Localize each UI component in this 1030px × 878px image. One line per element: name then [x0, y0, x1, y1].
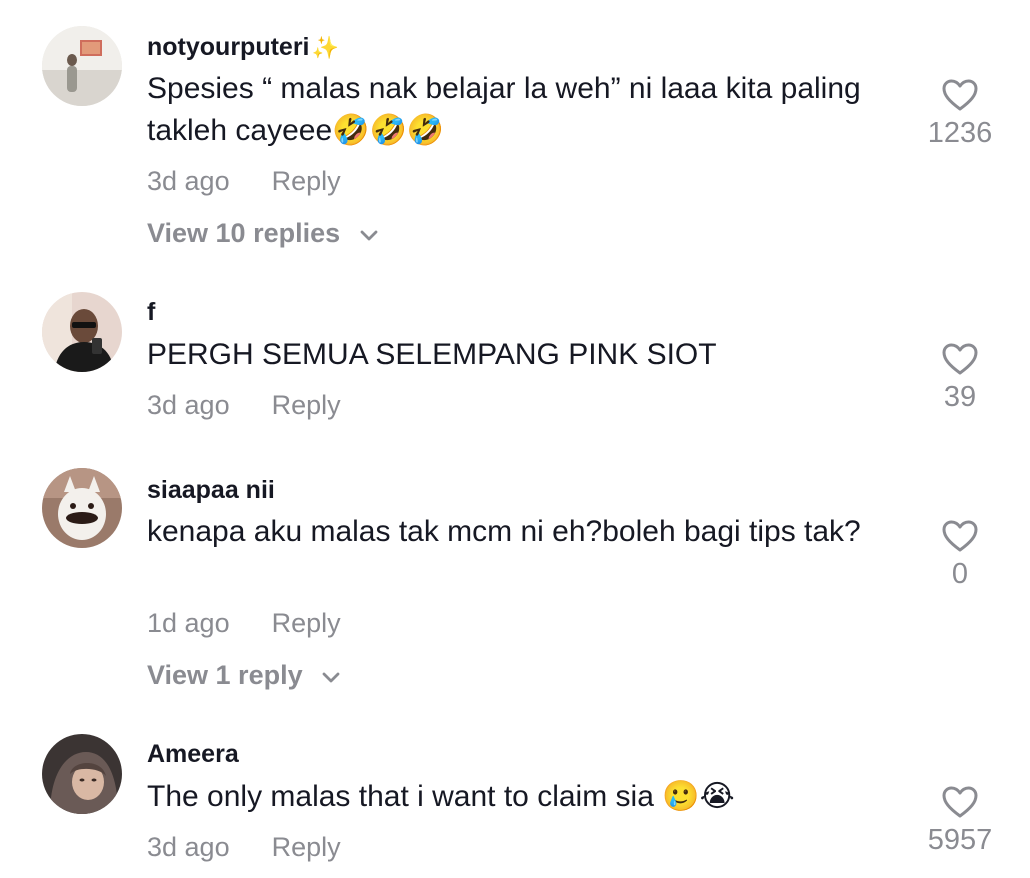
- heart-outline-icon[interactable]: [941, 785, 979, 819]
- like-count: 5957: [927, 824, 993, 856]
- like-button[interactable]: 5957: [910, 785, 1010, 857]
- username[interactable]: Ameera: [147, 739, 239, 769]
- reply-button[interactable]: Reply: [272, 832, 341, 862]
- timestamp: 3d ago: [147, 832, 230, 862]
- avatar[interactable]: [42, 734, 122, 814]
- comment-meta: 3d ago Reply: [147, 831, 341, 863]
- comment-text: The only malas that i want to claim sia …: [147, 780, 735, 813]
- comment-item: Ameera The only malas that i want to cla…: [0, 0, 1030, 878]
